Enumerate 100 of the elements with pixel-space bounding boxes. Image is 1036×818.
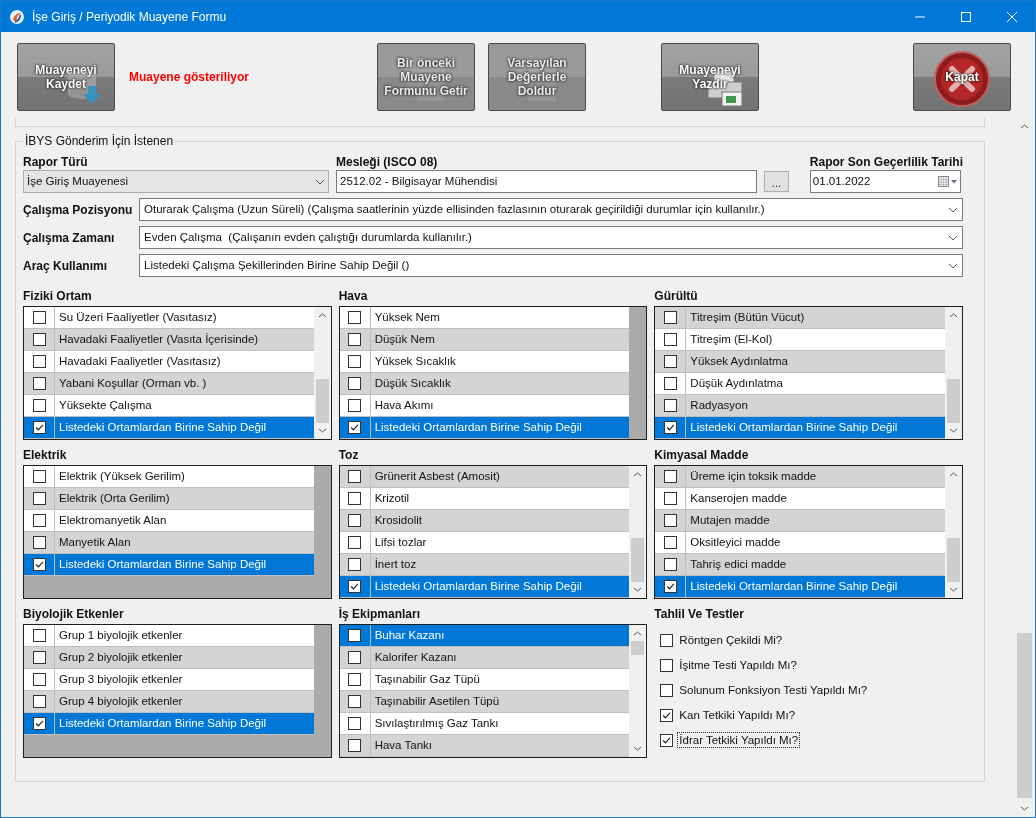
scroll-thumb[interactable]: [947, 379, 960, 423]
dropdown[interactable]: Evden Çalışma (Çalışanın evden çalıştığı durumlarda kullanılır.): [139, 226, 963, 249]
row-checkbox[interactable]: [348, 673, 362, 686]
scroll-down-icon[interactable]: [949, 428, 958, 433]
row-checkbox[interactable]: [32, 421, 46, 434]
row-checkbox[interactable]: [32, 629, 46, 642]
list-row[interactable]: Su Üzeri Faaliyetler (Vasıtasız): [24, 307, 314, 329]
row-checkbox[interactable]: [663, 580, 677, 593]
list-row[interactable]: Yüksek Sıcaklık: [339, 351, 630, 373]
list-row[interactable]: Elektrik (Orta Gerilim): [24, 488, 314, 510]
list-row[interactable]: Oksitleyici madde: [655, 532, 945, 554]
dropdown[interactable]: Oturarak Çalışma (Uzun Süreli) (Çalışma saatlerinin yüzde ellisinden fazlasının oturarak geçirildiği durumlar için kullanılır.): [139, 198, 963, 221]
list-row[interactable]: İnert toz: [339, 554, 630, 576]
scroll-thumb[interactable]: [315, 379, 329, 423]
list-row[interactable]: Grup 2 biyolojik etkenler: [24, 647, 314, 669]
row-checkbox[interactable]: [32, 673, 46, 686]
list-row[interactable]: Manyetik Alan: [24, 532, 314, 554]
list-row[interactable]: Krizotil: [339, 488, 630, 510]
row-checkbox[interactable]: [32, 651, 46, 664]
scroll-up-icon[interactable]: [1020, 124, 1029, 129]
row-checkbox[interactable]: [663, 421, 677, 434]
row-checkbox[interactable]: [663, 355, 677, 368]
row-checkbox[interactable]: [32, 695, 46, 708]
list-row[interactable]: Taşınabilir Asetilen Tüpü: [339, 691, 630, 713]
list-row[interactable]: Grünerit Asbest (Amosit): [339, 466, 630, 488]
scroll-thumb[interactable]: [631, 641, 645, 655]
list-row[interactable]: Yabani Koşullar (Orman vb. ): [24, 373, 314, 395]
row-checkbox[interactable]: [348, 399, 362, 412]
checkbox[interactable]: [660, 733, 674, 747]
list-row[interactable]: Yüksek Aydınlatma: [655, 351, 945, 373]
row-checkbox[interactable]: [663, 311, 677, 324]
checkbox[interactable]: [660, 633, 674, 647]
list-row[interactable]: Havadaki Faaliyetler (Vasıta İçerisinde): [24, 329, 314, 351]
scroll-up-icon[interactable]: [317, 313, 327, 318]
row-checkbox[interactable]: [32, 377, 46, 390]
checkbox-label[interactable]: Röntgen Çekildi Mi?: [677, 632, 785, 648]
list-row[interactable]: Listedeki Ortamlardan Birine Sahip Değil: [24, 554, 314, 576]
row-checkbox[interactable]: [32, 717, 46, 730]
list-row[interactable]: Krosidolit: [339, 510, 630, 532]
checkbox-label[interactable]: Solunum Fonksiyon Testi Yapıldı Mı?: [677, 682, 870, 698]
list-row[interactable]: Radyasyon: [655, 395, 945, 417]
row-checkbox[interactable]: [663, 377, 677, 390]
row-checkbox[interactable]: [348, 492, 362, 505]
list-row[interactable]: Üreme için toksik madde: [655, 466, 945, 488]
scroll-down-icon[interactable]: [633, 587, 643, 592]
list-row[interactable]: Listedeki Ortamlardan Birine Sahip Değil: [339, 417, 630, 439]
scroll-up-icon[interactable]: [949, 472, 958, 477]
scroll-down-icon[interactable]: [317, 428, 327, 433]
list-row[interactable]: Hava Akımı: [339, 395, 630, 417]
row-checkbox[interactable]: [663, 492, 677, 505]
list-row[interactable]: Listedeki Ortamlardan Birine Sahip Değil: [655, 417, 945, 439]
list-row[interactable]: Grup 4 biyolojik etkenler: [24, 691, 314, 713]
row-checkbox[interactable]: [663, 536, 677, 549]
list-row[interactable]: Düşük Nem: [339, 329, 630, 351]
scrollbar[interactable]: [629, 625, 647, 757]
list-row[interactable]: Titreşim (El-Kol): [655, 329, 945, 351]
row-checkbox[interactable]: [348, 695, 362, 708]
scroll-down-icon[interactable]: [949, 587, 958, 592]
calendar-icon[interactable]: [937, 176, 958, 187]
row-checkbox[interactable]: [348, 355, 362, 368]
list-row[interactable]: Kanserojen madde: [655, 488, 945, 510]
row-checkbox[interactable]: [663, 333, 677, 346]
list-row[interactable]: Listedeki Ortamlardan Birine Sahip Değil: [24, 417, 314, 439]
row-checkbox[interactable]: [348, 580, 362, 593]
list-row[interactable]: Düşük Sıcaklık: [339, 373, 630, 395]
scroll-down-icon[interactable]: [633, 746, 643, 751]
row-checkbox[interactable]: [348, 514, 362, 527]
row-checkbox[interactable]: [663, 470, 677, 483]
row-checkbox[interactable]: [32, 536, 46, 549]
list-row[interactable]: Havadaki Faaliyetler (Vasıtasız): [24, 351, 314, 373]
row-checkbox[interactable]: [663, 558, 677, 571]
list-row[interactable]: Listedeki Ortamlardan Birine Sahip Değil: [339, 576, 630, 598]
row-checkbox[interactable]: [348, 629, 362, 642]
scroll-up-icon[interactable]: [633, 631, 643, 636]
scroll-down-icon[interactable]: [1020, 806, 1029, 811]
checkbox[interactable]: [660, 683, 674, 697]
list-row[interactable]: Hava Tankı: [339, 735, 630, 757]
list-row[interactable]: Elektromanyetik Alan: [24, 510, 314, 532]
occupation-field[interactable]: 2512.02 - Bilgisayar Mühendisi: [336, 170, 757, 193]
row-checkbox[interactable]: [348, 536, 362, 549]
list-row[interactable]: Elektrik (Yüksek Gerilim): [24, 466, 314, 488]
row-checkbox[interactable]: [32, 492, 46, 505]
list-row[interactable]: Titreşim (Bütün Vücut): [655, 307, 945, 329]
row-checkbox[interactable]: [348, 739, 362, 752]
row-checkbox[interactable]: [663, 399, 677, 412]
list-row[interactable]: Yüksekte Çalışma: [24, 395, 314, 417]
row-checkbox[interactable]: [32, 355, 46, 368]
scroll-thumb[interactable]: [1017, 633, 1032, 798]
checkbox[interactable]: [660, 658, 674, 672]
list-row[interactable]: Buhar Kazanı: [339, 625, 630, 647]
list-row[interactable]: Grup 3 biyolojik etkenler: [24, 669, 314, 691]
scrollbar[interactable]: [629, 466, 647, 598]
list-row[interactable]: Tahriş edici madde: [655, 554, 945, 576]
list-row[interactable]: Listedeki Ortamlardan Birine Sahip Değil: [24, 713, 314, 735]
list-row[interactable]: Kalorifer Kazanı: [339, 647, 630, 669]
row-checkbox[interactable]: [348, 421, 362, 434]
save-button[interactable]: Muayeneyi Kaydet: [17, 42, 115, 111]
browse-button[interactable]: ...: [764, 171, 789, 192]
maximize-icon[interactable]: [961, 11, 971, 22]
row-checkbox[interactable]: [32, 399, 46, 412]
